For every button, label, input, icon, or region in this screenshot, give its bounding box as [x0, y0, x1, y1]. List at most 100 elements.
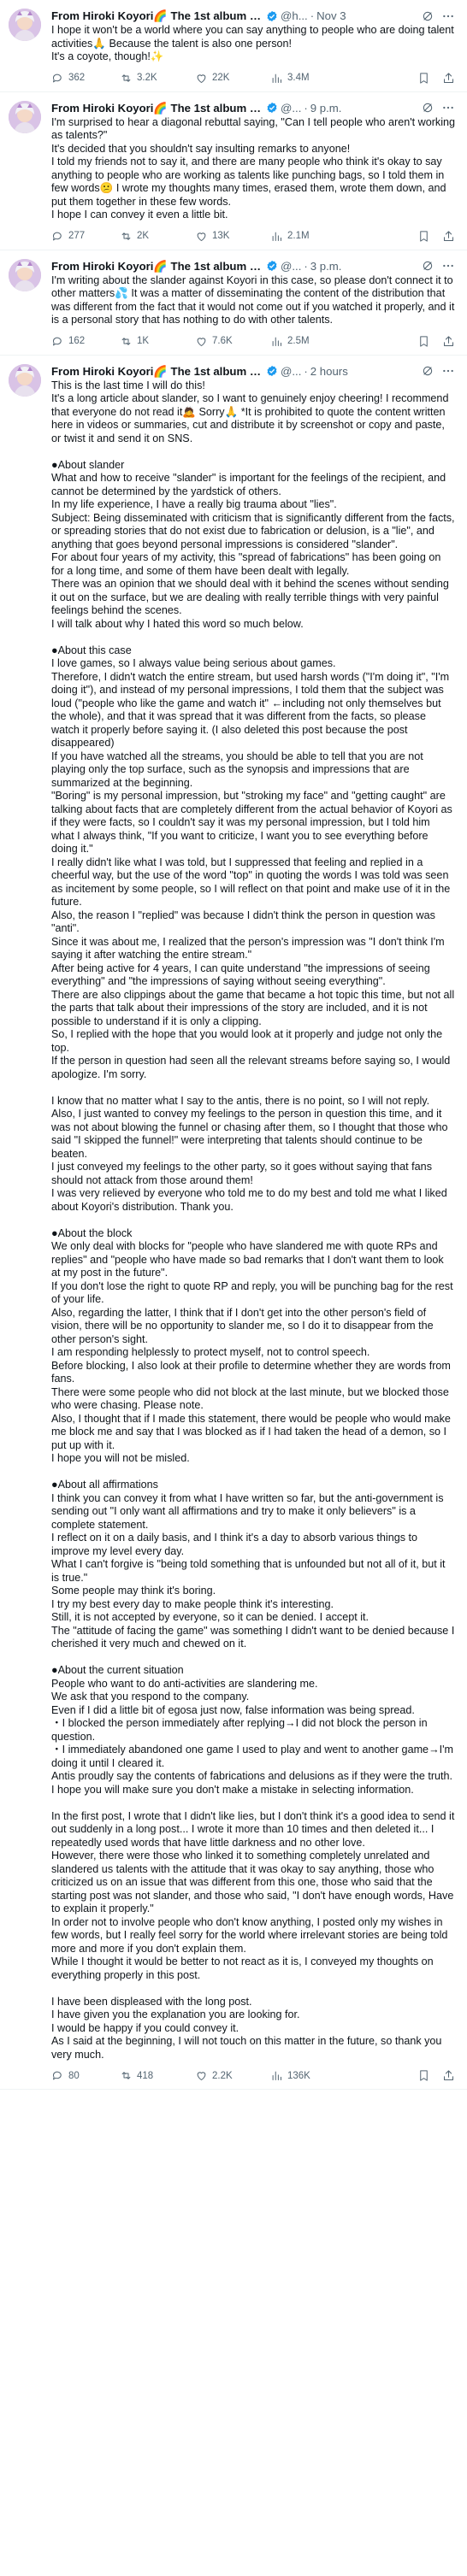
more-icon[interactable] [441, 9, 455, 23]
reply-count: 162 [68, 336, 86, 346]
user-handle[interactable]: @... [281, 259, 301, 273]
more-icon[interactable] [441, 101, 455, 115]
retweet-count: 418 [137, 2070, 154, 2081]
share-icon[interactable] [442, 72, 455, 85]
tweet-header: From Hiroki Koyori🌈 The 1st album is now… [51, 9, 455, 23]
reply-icon [52, 232, 62, 240]
tweet-actions: 277 2K 13K 2.1M [51, 230, 455, 243]
timestamp[interactable]: 2 hours [310, 364, 348, 379]
like-button[interactable]: 22K [195, 72, 270, 85]
grok-icon[interactable] [421, 259, 434, 273]
views-button[interactable]: 3.4M [270, 72, 346, 85]
header-icons [416, 9, 455, 23]
reply-button[interactable]: 362 [51, 72, 120, 85]
tweet-actions: 362 3.2K 22K 3.4M [51, 72, 455, 85]
timestamp[interactable]: 9 p.m. [310, 101, 342, 115]
like-icon [197, 74, 206, 83]
like-count: 2.2K [212, 2070, 233, 2081]
tweet-actions-right [417, 2069, 455, 2082]
tweet[interactable]: From Hiroki Koyori🌈 The 1st album is now… [0, 356, 467, 2090]
retweet-count: 2K [137, 231, 150, 241]
reply-button[interactable]: 162 [51, 335, 120, 348]
like-icon [197, 337, 206, 346]
avatar[interactable] [9, 100, 41, 133]
bookmark-icon[interactable] [417, 2069, 430, 2082]
display-name[interactable]: From Hiroki Koyori🌈 The 1st album is now… [51, 364, 263, 379]
views-icon [272, 337, 281, 346]
bookmark-icon[interactable] [417, 230, 430, 243]
avatar[interactable] [9, 9, 41, 41]
tweet[interactable]: From Hiroki Koyori🌈 The 1st album is now… [0, 250, 467, 356]
tweet-text: I hope it won't be a world where you can… [51, 24, 454, 62]
more-icon[interactable] [441, 259, 455, 273]
retweet-button[interactable]: 2K [120, 230, 195, 243]
display-name[interactable]: From Hiroki Koyori🌈 The 1st album is now… [51, 9, 263, 23]
verified-badge-icon [267, 260, 277, 272]
timestamp[interactable]: 3 p.m. [310, 259, 342, 273]
retweet-button[interactable]: 1K [120, 335, 195, 348]
display-name[interactable]: From Hiroki Koyori🌈 The 1st album is now… [51, 101, 263, 115]
reply-icon [52, 74, 62, 82]
tweet-body: From Hiroki Koyori🌈 The 1st album is now… [46, 364, 455, 2083]
tweet-body: From Hiroki Koyori🌈 The 1st album is now… [46, 9, 455, 85]
retweet-count: 3.2K [137, 73, 157, 83]
like-button[interactable]: 13K [195, 230, 270, 243]
views-count: 3.4M [287, 73, 310, 83]
grok-icon[interactable] [421, 364, 434, 378]
user-handle[interactable]: @... [281, 364, 301, 379]
grok-icon[interactable] [421, 101, 434, 115]
grok-icon[interactable] [421, 9, 434, 23]
views-icon [272, 74, 281, 83]
tweet-text: I'm surprised to hear a diagonal rebutta… [51, 115, 456, 221]
views-button[interactable]: 136K [270, 2069, 346, 2082]
separator-dot: · [304, 364, 308, 378]
bookmark-icon[interactable] [417, 72, 430, 85]
avatar-column [9, 9, 46, 85]
timestamp[interactable]: Nov 3 [316, 9, 346, 23]
more-icon[interactable] [441, 364, 455, 378]
tweet-actions: 162 1K 7.6K 2.5M [51, 335, 455, 348]
share-icon[interactable] [442, 230, 455, 243]
tweet-header: From Hiroki Koyori🌈 The 1st album is now… [51, 364, 455, 379]
avatar-column [9, 258, 46, 348]
tweet-body: From Hiroki Koyori🌈 The 1st album is now… [46, 259, 455, 348]
tweet-body: From Hiroki Koyori🌈 The 1st album is now… [46, 101, 455, 243]
views-count: 2.1M [287, 231, 310, 241]
reply-button[interactable]: 277 [51, 230, 120, 243]
views-count: 136K [287, 2070, 310, 2081]
reply-count: 80 [68, 2070, 80, 2081]
views-count: 2.5M [287, 336, 310, 346]
tweet-actions-right [417, 230, 455, 243]
views-button[interactable]: 2.1M [270, 230, 346, 243]
tweet-header: From Hiroki Koyori🌈 The 1st album is now… [51, 259, 455, 273]
user-handle[interactable]: @h... [281, 9, 308, 23]
verified-badge-icon [267, 10, 277, 21]
avatar[interactable] [9, 258, 41, 291]
verified-badge-icon [267, 102, 277, 114]
retweet-button[interactable]: 418 [120, 2069, 195, 2082]
views-button[interactable]: 2.5M [270, 335, 346, 348]
share-icon[interactable] [442, 2069, 455, 2082]
timeline-feed: From Hiroki Koyori🌈 The 1st album is now… [0, 0, 467, 2090]
views-icon [272, 232, 281, 241]
share-icon[interactable] [442, 335, 455, 348]
bookmark-icon[interactable] [417, 335, 430, 348]
views-icon [272, 2071, 281, 2080]
like-icon [197, 2072, 206, 2080]
like-button[interactable]: 7.6K [195, 335, 270, 348]
tweet-actions-right [417, 72, 455, 85]
retweet-icon [121, 2072, 131, 2079]
reply-icon [52, 2071, 62, 2080]
reply-button[interactable]: 80 [51, 2069, 120, 2082]
avatar-column [9, 363, 46, 2083]
header-icons [416, 259, 455, 273]
avatar[interactable] [9, 363, 41, 397]
retweet-button[interactable]: 3.2K [120, 72, 195, 85]
tweet[interactable]: From Hiroki Koyori🌈 The 1st album is now… [0, 0, 467, 92]
display-name[interactable]: From Hiroki Koyori🌈 The 1st album is now… [51, 259, 263, 273]
tweet[interactable]: From Hiroki Koyori🌈 The 1st album is now… [0, 92, 467, 250]
like-count: 22K [212, 73, 230, 83]
user-handle[interactable]: @... [281, 101, 301, 115]
reply-count: 362 [68, 73, 86, 83]
like-button[interactable]: 2.2K [195, 2069, 270, 2082]
